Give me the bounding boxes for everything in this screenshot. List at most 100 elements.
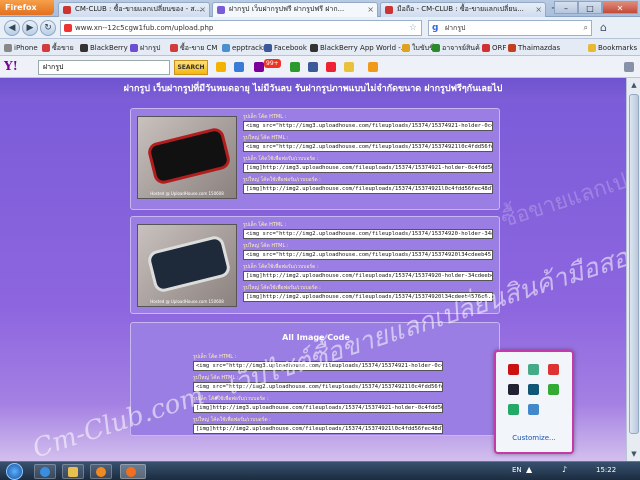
yahoo-logo[interactable]: Y! — [4, 59, 18, 73]
code-label: รูปใหญ่ โค้ดใช้เพื่อฟอรั่ม/เวบบอร์ด : — [243, 177, 321, 183]
maximize-button[interactable]: □ — [578, 1, 602, 14]
star-icon[interactable] — [216, 62, 226, 72]
close-window-button[interactable]: ✕ — [602, 1, 638, 14]
clock[interactable]: 15:22 — [596, 466, 616, 474]
code-field[interactable]: [img]http://img2.uploadhouse.com/fileupl… — [243, 271, 493, 281]
unread-badge: 99+ — [264, 59, 281, 68]
bookmarks-star-icon — [588, 44, 596, 52]
bookmark-icon — [432, 44, 440, 52]
code-list: รูปเล็ก โค้ด HTML : <img src="http://img… — [243, 113, 493, 197]
taskbar-explorer[interactable] — [62, 464, 84, 479]
ati-icon[interactable] — [508, 364, 519, 375]
code-field[interactable]: <img src="http://img2.uploadhouse.com/fi… — [243, 250, 493, 260]
widget-icon[interactable] — [344, 62, 354, 72]
show-hidden-icons-icon[interactable]: ▲ — [526, 465, 532, 474]
bookmark-item[interactable]: ORF — [482, 42, 506, 54]
security-icon[interactable] — [548, 364, 559, 375]
flickr-icon[interactable] — [326, 62, 336, 72]
bookmarks-menu[interactable]: Bookmarks — [588, 42, 637, 54]
search-bar[interactable]: g ฝากรูป ⌕ — [428, 20, 592, 36]
reload-button[interactable]: ↻ — [40, 20, 56, 36]
bookmark-icon — [130, 44, 138, 52]
site-favicon-icon — [385, 6, 393, 14]
sync-icon[interactable] — [528, 384, 539, 395]
tab-mobile[interactable]: มือถือ - CM-CLUB : ซื้อ-ขายแลกเปลี่ยน...… — [380, 2, 546, 17]
code-field[interactable]: [img]http://img3.uploadhouse.com/fileupl… — [243, 163, 493, 173]
vertical-scrollbar[interactable]: ▲ ▼ — [626, 78, 640, 461]
taskbar-ie[interactable] — [34, 464, 56, 479]
yahoo-search-input[interactable]: ฝากรูป — [38, 60, 170, 75]
bookmark-icon — [80, 44, 88, 52]
usb-icon[interactable] — [508, 404, 519, 415]
facebook-icon[interactable] — [308, 62, 318, 72]
scroll-thumb[interactable] — [629, 94, 639, 434]
code-label: รูปเล็ก โค้ด HTML : — [243, 222, 287, 228]
start-button[interactable] — [6, 463, 23, 480]
bookmark-item[interactable]: BlackBerry App World -... — [310, 42, 407, 54]
bookmarks-bar: iPhone ซื้อขาย BlackBerry ฝากรูป ซื้อ-ขา… — [0, 39, 640, 56]
taskbar-media[interactable] — [90, 464, 112, 479]
home-icon[interactable]: ⌂ — [600, 21, 614, 35]
tab-upload[interactable]: ฝากรูป เว็บฝากรูปฟรี ฝากรูปฟรี ฝาก... × — [212, 2, 378, 17]
image-thumbnail[interactable]: Hosted @ UploadHouse.com 150608 — [137, 224, 237, 307]
bookmark-icon — [402, 44, 410, 52]
bookmark-item[interactable]: BlackBerry — [80, 42, 128, 54]
bookmark-item[interactable]: ฝากรูป — [130, 42, 160, 54]
bookmark-item[interactable]: ซื้อ-ขาย CM — [170, 42, 217, 54]
code-field[interactable]: [img]http://img2.uploadhouse.com/fileupl… — [193, 424, 443, 434]
window-controls: – □ ✕ — [554, 1, 638, 15]
scroll-up-icon[interactable]: ▲ — [628, 79, 640, 91]
site-favicon-icon — [63, 6, 71, 14]
language-indicator[interactable]: EN — [512, 466, 522, 474]
update-icon[interactable] — [548, 384, 559, 395]
yahoo-toolbar: Y! ฝากรูป SEARCH 99+ — [0, 56, 640, 78]
device-icon[interactable] — [528, 404, 539, 415]
network-tool-icon[interactable] — [528, 364, 539, 375]
tab-label: มือถือ - CM-CLUB : ซื้อ-ขายแลกเปลี่ยน... — [397, 5, 524, 13]
scroll-down-icon[interactable]: ▼ — [628, 448, 640, 460]
tab-bar: Firefox CM-CLUB : ซื้อ-ขายแลกเปลี่ยนของ … — [0, 0, 640, 17]
back-button[interactable]: ◀ — [4, 20, 20, 36]
messenger-icon[interactable] — [290, 62, 300, 72]
notification-overflow-panel: Customize... — [494, 350, 574, 454]
code-label: รูปใหญ่ โค้ด HTML : — [243, 135, 289, 141]
code-label: รูปใหญ่ โค้ด HTML : — [243, 243, 289, 249]
mail-icon[interactable] — [234, 62, 244, 72]
thumbnail-caption: Hosted @ UploadHouse.com 150608 — [150, 191, 224, 196]
url-text: www.xn--12c5cgw1fub.com/upload.php — [75, 24, 214, 32]
media-icon[interactable] — [508, 384, 519, 395]
close-tab-icon[interactable]: × — [535, 3, 542, 16]
taskbar-firefox[interactable] — [120, 464, 146, 479]
bookmark-item[interactable]: ซื้อขาย — [42, 42, 74, 54]
bookmark-item[interactable]: iPhone — [4, 42, 38, 54]
close-tab-icon[interactable]: × — [367, 3, 374, 16]
firefox-menu-button[interactable]: Firefox — [0, 0, 54, 15]
site-identity-icon — [64, 24, 72, 32]
bookmark-item[interactable]: อาจารย์สินค้ — [432, 42, 480, 54]
image-thumbnail[interactable]: Hosted @ UploadHouse.com 150608 — [137, 116, 237, 199]
toolbar-options-icon[interactable] — [624, 62, 634, 72]
close-tab-icon[interactable]: × — [199, 3, 206, 16]
customize-link[interactable]: Customize... — [496, 434, 572, 442]
yahoo-search-button[interactable]: SEARCH — [174, 60, 208, 75]
minimize-button[interactable]: – — [554, 1, 578, 14]
yahoo-mail-icon[interactable] — [254, 62, 264, 72]
forward-button[interactable]: ▶ — [22, 20, 38, 36]
tab-cm-club[interactable]: CM-CLUB : ซื้อ-ขายแลกเปลี่ยนของ - ส... × — [58, 2, 210, 17]
weather-icon[interactable] — [368, 62, 378, 72]
volume-icon[interactable]: ♪ — [562, 465, 567, 474]
bookmark-item[interactable]: Facebook — [264, 42, 307, 54]
taskbar: EN ▲ ♪ 15:22 — [0, 461, 640, 480]
bookmark-item[interactable]: Thaimazdas — [508, 42, 560, 54]
code-field[interactable]: <img src="http://img2.uploadhouse.com/fi… — [243, 229, 493, 239]
navigation-bar: ◀ ▶ ↻ www.xn--12c5cgw1fub.com/upload.php… — [0, 17, 640, 39]
bookmark-item[interactable]: ใบขับขี่ — [402, 42, 434, 54]
bookmark-item[interactable]: epptrackr — [222, 42, 266, 54]
code-field[interactable]: [img]http://img2.uploadhouse.com/fileupl… — [243, 184, 493, 194]
code-field[interactable]: <img src="http://img2.uploadhouse.com/fi… — [243, 142, 493, 152]
address-bar[interactable]: www.xn--12c5cgw1fub.com/upload.php ☆ — [60, 20, 422, 36]
search-icon[interactable]: ⌕ — [584, 21, 588, 35]
code-field[interactable]: <img src="http://img3.uploadhouse.com/fi… — [243, 121, 493, 131]
bookmark-star-icon[interactable]: ☆ — [409, 21, 417, 35]
tab-label: ฝากรูป เว็บฝากรูปฟรี ฝากรูปฟรี ฝาก... — [229, 5, 345, 13]
